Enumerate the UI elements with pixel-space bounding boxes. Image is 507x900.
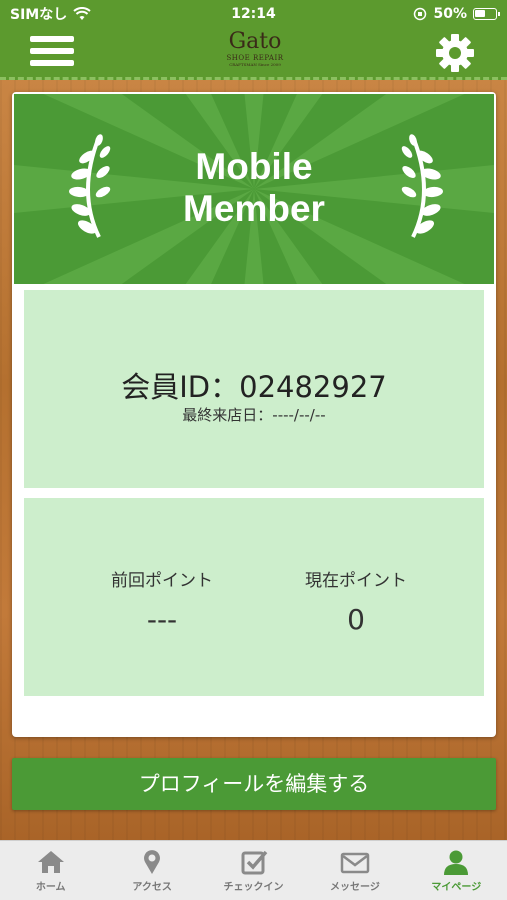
member-id: 会員ID：02482927 [121,370,387,404]
tab-mypage-label: マイページ [431,882,482,893]
tab-mypage[interactable]: マイページ [406,841,507,900]
menu-line-icon [30,36,74,42]
tab-checkin-label: チェックイン [223,882,284,893]
app-header: Gato SHOE REPAIR CRAFTSMAN Since 2009 [0,28,507,80]
points-panel: 前回ポイント --- 現在ポイント 0 [24,498,484,696]
logo-sub-text: SHOE REPAIR [226,54,284,62]
tab-checkin[interactable]: チェックイン [203,841,304,900]
status-bar: SIMなし 12:14 50% [0,0,507,28]
checkin-icon [241,850,267,875]
orientation-lock-icon [414,7,427,21]
tab-message[interactable]: メッセージ [304,841,405,900]
current-points: 現在ポイント 0 [256,566,456,636]
gear-icon [436,34,474,72]
battery-percent: 50% [433,6,467,22]
last-visit-date: 最終来店日：----/--/-- [182,406,326,424]
current-points-value: 0 [347,603,365,636]
edit-profile-button[interactable]: プロフィールを編集する [12,758,496,810]
laurel-right-icon [401,134,443,238]
menu-line-icon [30,48,74,54]
map-pin-icon [144,850,161,874]
battery-icon [473,8,500,20]
tab-home[interactable]: ホーム [0,841,101,900]
previous-points-label: 前回ポイント [111,571,213,591]
logo-main-text: Gato [228,29,282,54]
member-card: Mobile Member 会員ID：02482927 最終来店日：----/-… [12,92,496,737]
mail-icon [340,852,370,874]
home-icon [37,851,64,873]
status-left: SIMなし [10,4,91,24]
brand-logo: Gato SHOE REPAIR CRAFTSMAN Since 2009 [210,29,300,68]
current-points-label: 現在ポイント [305,571,407,591]
wifi-icon [73,7,91,20]
menu-line-icon [30,60,74,66]
logo-tiny-text: CRAFTSMAN Since 2009 [229,62,281,67]
person-icon [444,850,469,875]
carrier-label: SIMなし [10,7,68,23]
hamburger-menu-button[interactable] [30,36,74,72]
member-id-panel: 会員ID：02482927 最終来店日：----/--/-- [24,290,484,488]
tab-message-label: メッセージ [330,882,380,893]
previous-points-value: --- [146,603,178,636]
settings-button[interactable] [434,32,476,74]
tab-home-label: ホーム [35,882,66,893]
status-right: 50% [413,6,500,22]
mobile-member-banner: Mobile Member [14,94,494,284]
tab-access-label: アクセス [132,882,172,893]
tab-access[interactable]: アクセス [101,841,202,900]
previous-points: 前回ポイント --- [62,566,262,636]
bottom-tab-bar: ホーム アクセス チェックイン メッセージ マイページ [0,840,507,900]
